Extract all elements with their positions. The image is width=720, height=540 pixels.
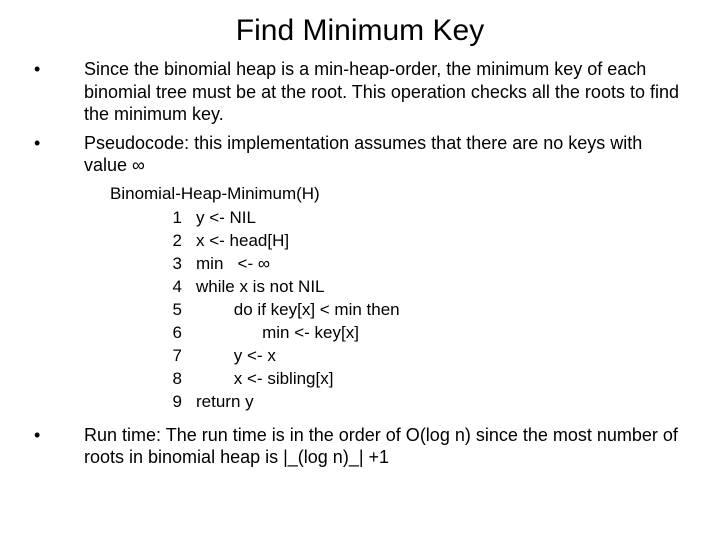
pseudocode-header: Binomial-Heap-Minimum(H) [110, 183, 690, 206]
line-number: 5 [110, 299, 196, 322]
pseudocode-line: 4 while x is not NIL [110, 276, 690, 299]
bullet-text: Since the binomial heap is a min-heap-or… [84, 58, 690, 126]
bullet-item: • Run time: The run time is in the order… [30, 424, 690, 469]
line-number: 8 [110, 368, 196, 391]
line-code: while x is not NIL [196, 276, 325, 299]
pseudocode-line: 9 return y [110, 391, 690, 414]
bullet-icon: • [30, 132, 84, 177]
pseudocode-line: 7 y <- x [110, 345, 690, 368]
bullet-icon: • [30, 58, 84, 126]
line-code: min <- ∞ [196, 253, 270, 276]
pseudocode-line: 1 y <- NIL [110, 207, 690, 230]
pseudocode-line: 2 x <- head[H] [110, 230, 690, 253]
pseudocode-block: Binomial-Heap-Minimum(H) 1 y <- NIL 2 x … [110, 183, 690, 414]
line-code: x <- head[H] [196, 230, 289, 253]
line-code: y <- x [196, 345, 276, 368]
pseudocode-line: 8 x <- sibling[x] [110, 368, 690, 391]
line-code: y <- NIL [196, 207, 256, 230]
line-number: 7 [110, 345, 196, 368]
line-code: x <- sibling[x] [196, 368, 333, 391]
bullet-icon: • [30, 424, 84, 469]
bullet-list: • Since the binomial heap is a min-heap-… [30, 58, 690, 177]
bullet-list: • Run time: The run time is in the order… [30, 424, 690, 469]
slide-title: Find Minimum Key [30, 14, 690, 48]
pseudocode-line: 6 min <- key[x] [110, 322, 690, 345]
line-code: min <- key[x] [196, 322, 359, 345]
line-number: 1 [110, 207, 196, 230]
line-number: 9 [110, 391, 196, 414]
line-number: 4 [110, 276, 196, 299]
pseudocode-line: 5 do if key[x] < min then [110, 299, 690, 322]
pseudocode-line: 3 min <- ∞ [110, 253, 690, 276]
line-number: 2 [110, 230, 196, 253]
bullet-item: • Since the binomial heap is a min-heap-… [30, 58, 690, 126]
line-code: return y [196, 391, 254, 414]
bullet-text: Pseudocode: this implementation assumes … [84, 132, 690, 177]
slide: Find Minimum Key • Since the binomial he… [0, 0, 720, 495]
line-number: 3 [110, 253, 196, 276]
bullet-item: • Pseudocode: this implementation assume… [30, 132, 690, 177]
bullet-text: Run time: The run time is in the order o… [84, 424, 690, 469]
line-number: 6 [110, 322, 196, 345]
line-code: do if key[x] < min then [196, 299, 400, 322]
